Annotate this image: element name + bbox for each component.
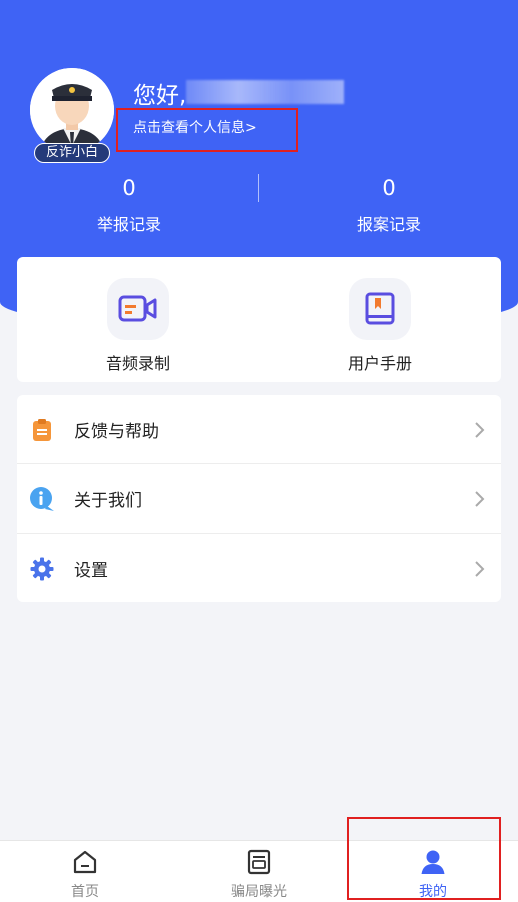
chevron-right-icon — [475, 421, 485, 438]
menu-item-label: 反馈与帮助 — [74, 422, 159, 442]
tab-label: 骗局曝光 — [231, 884, 287, 900]
stat-value: 0 — [122, 176, 136, 200]
tab-home[interactable]: 首页 — [25, 849, 145, 901]
tab-label: 首页 — [71, 884, 99, 900]
stat-label: 报案记录 — [356, 215, 421, 234]
home-icon — [73, 850, 97, 874]
chevron-right-icon — [475, 560, 485, 577]
tool-label: 用户手册 — [347, 354, 412, 373]
gear-icon — [29, 556, 55, 582]
newspaper-icon — [247, 849, 271, 875]
stat-label: 举报记录 — [96, 215, 161, 234]
highlight-box-profile-link — [116, 108, 298, 152]
menu-item-about-us[interactable]: 关于我们 — [17, 464, 501, 533]
menu-item-label: 设置 — [74, 561, 108, 581]
tool-user-manual[interactable]: 用户手册 — [300, 278, 460, 374]
stat-value: 0 — [382, 176, 396, 200]
stat-divider — [258, 174, 259, 202]
menu-item-label: 关于我们 — [74, 491, 142, 511]
info-icon — [29, 486, 55, 512]
clipboard-icon — [29, 417, 55, 443]
video-record-icon — [107, 278, 169, 340]
menu-item-feedback-help[interactable]: 反馈与帮助 — [17, 395, 501, 464]
user-level-badge: 反诈小白 — [34, 143, 110, 163]
tool-label: 音频录制 — [105, 354, 170, 373]
avatar[interactable] — [30, 68, 114, 152]
officer-avatar-icon — [30, 68, 114, 152]
book-icon — [349, 278, 411, 340]
stat-report-records[interactable]: 0 举报记录 — [29, 175, 229, 235]
tab-scam-exposure[interactable]: 骗局曝光 — [199, 849, 319, 901]
menu-item-settings[interactable]: 设置 — [17, 534, 501, 603]
username-blurred — [186, 80, 344, 104]
greeting-text: 您好, — [133, 83, 187, 109]
chevron-right-icon — [475, 490, 485, 507]
tool-audio-record[interactable]: 音频录制 — [58, 278, 218, 374]
highlight-box-mine-tab — [347, 817, 501, 900]
stat-case-records[interactable]: 0 报案记录 — [289, 175, 489, 235]
